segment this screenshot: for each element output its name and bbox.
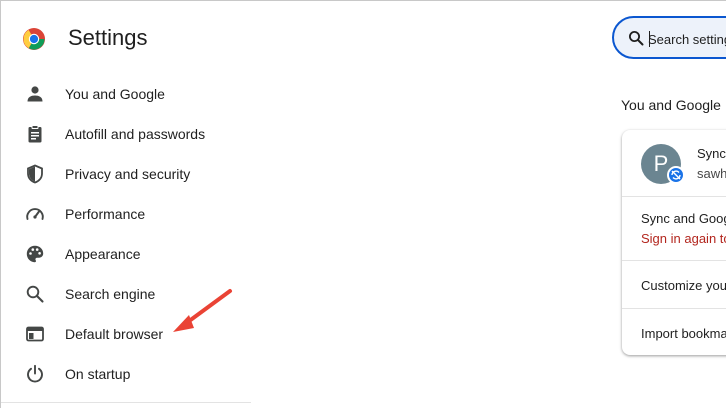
section-title: You and Google [621, 97, 721, 113]
text-caret [649, 31, 650, 47]
sidebar-item-performance[interactable]: Performance [1, 194, 251, 234]
sidebar-item-on-startup[interactable]: On startup [1, 354, 251, 394]
sidebar-divider [1, 402, 251, 403]
chrome-logo-icon [22, 27, 46, 51]
import-bookmarks-link[interactable]: Import bookma [641, 326, 726, 341]
sidebar-nav: You and Google Autofill and passwords Pr… [1, 74, 251, 394]
sidebar-item-you-and-google[interactable]: You and Google [1, 74, 251, 114]
power-icon [25, 364, 45, 384]
sync-paused-icon [667, 166, 685, 184]
settings-page: Settings You and Google Autofill and pas… [0, 0, 726, 408]
card-divider [622, 260, 726, 261]
search-input[interactable] [648, 29, 726, 49]
sidebar-item-autofill[interactable]: Autofill and passwords [1, 114, 251, 154]
clipboard-icon [25, 124, 45, 144]
sidebar-item-label: Default browser [65, 326, 164, 342]
palette-icon [25, 244, 45, 264]
customize-profile-link[interactable]: Customize you [641, 278, 726, 293]
sign-in-again-message[interactable]: Sign in again to [641, 231, 726, 246]
sidebar-item-appearance[interactable]: Appearance [1, 234, 251, 274]
sync-label: Sync [697, 146, 726, 161]
you-and-google-card: P Sync sawh Sync and Goog Sign in again … [622, 130, 726, 355]
sync-and-google-services-link[interactable]: Sync and Goog [641, 211, 726, 226]
browser-window-icon [25, 324, 45, 344]
sidebar-item-label: Performance [65, 206, 146, 222]
account-email: sawh [697, 166, 726, 181]
search-icon [25, 284, 45, 304]
search-icon [628, 30, 644, 46]
sidebar-item-label: You and Google [65, 86, 165, 102]
search-box[interactable] [612, 16, 726, 59]
sidebar-item-label: Privacy and security [65, 166, 191, 182]
page-title: Settings [68, 25, 148, 50]
shield-icon [25, 164, 45, 184]
sidebar-item-privacy[interactable]: Privacy and security [1, 154, 251, 194]
person-icon [25, 84, 45, 104]
sidebar-item-label: Search engine [65, 286, 156, 302]
sidebar-item-label: On startup [65, 366, 131, 382]
card-divider [622, 196, 726, 197]
speedometer-icon [25, 204, 45, 224]
annotation-arrow-icon [173, 289, 232, 332]
sidebar-item-label: Appearance [65, 246, 141, 262]
sidebar-item-label: Autofill and passwords [65, 126, 206, 142]
card-divider [622, 308, 726, 309]
